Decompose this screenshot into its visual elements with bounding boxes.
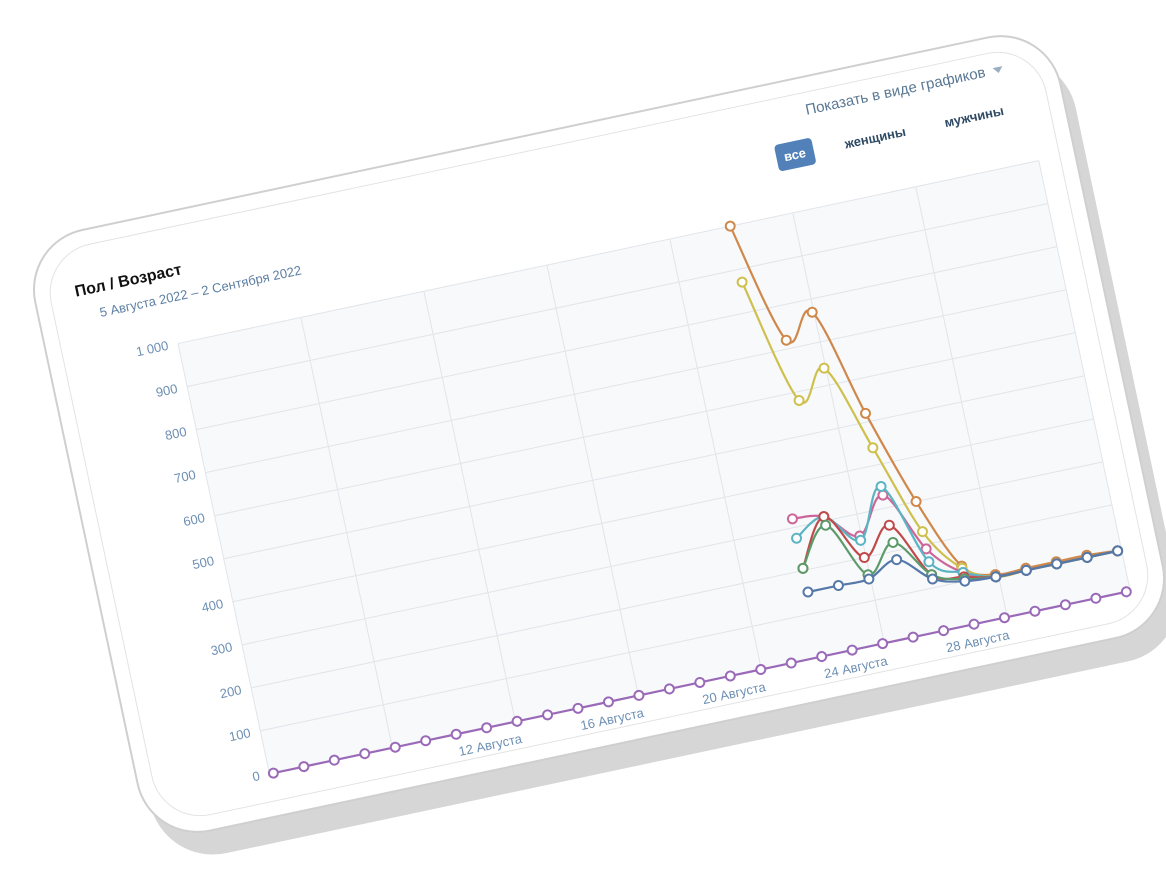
data-point bbox=[786, 513, 798, 525]
data-point bbox=[860, 407, 872, 419]
data-point bbox=[359, 748, 371, 760]
data-point bbox=[877, 638, 889, 650]
data-point bbox=[736, 276, 748, 288]
data-point bbox=[572, 702, 584, 714]
data-point bbox=[1120, 586, 1132, 598]
y-tick-label: 600 bbox=[182, 510, 206, 529]
data-point bbox=[907, 631, 919, 643]
data-point bbox=[998, 612, 1010, 624]
data-point bbox=[724, 670, 736, 682]
data-point bbox=[791, 532, 803, 544]
data-point bbox=[420, 735, 432, 747]
data-point bbox=[883, 519, 895, 531]
y-tick-label: 300 bbox=[209, 639, 233, 658]
x-tick-label: 12 Августа bbox=[457, 731, 524, 759]
data-point bbox=[818, 362, 830, 374]
data-point bbox=[755, 664, 767, 676]
data-point bbox=[663, 683, 675, 695]
data-point bbox=[1090, 592, 1102, 604]
data-point bbox=[858, 552, 870, 564]
line-chart: 0 100 200 300 400 500 600 700 800 900 1 000 12 Авг… bbox=[135, 160, 1132, 784]
data-point bbox=[875, 480, 887, 492]
data-point bbox=[542, 709, 554, 721]
data-point bbox=[923, 556, 935, 568]
data-point bbox=[927, 573, 939, 585]
y-tick-label: 200 bbox=[219, 682, 243, 701]
data-point bbox=[450, 728, 462, 740]
data-point bbox=[938, 625, 950, 637]
data-point bbox=[602, 696, 614, 708]
y-tick-label: 800 bbox=[164, 424, 188, 443]
data-point bbox=[694, 676, 706, 688]
y-tick-label: 0 bbox=[251, 768, 261, 784]
data-point bbox=[816, 651, 828, 663]
data-point bbox=[1051, 558, 1063, 570]
data-point bbox=[724, 220, 736, 232]
x-tick-label: 28 Августа bbox=[945, 627, 1012, 655]
x-tick-label: 20 Августа bbox=[701, 679, 768, 707]
data-point bbox=[1059, 599, 1071, 611]
data-point bbox=[511, 715, 523, 727]
data-point bbox=[891, 554, 903, 566]
data-point bbox=[855, 534, 867, 546]
data-point bbox=[389, 741, 401, 753]
y-tick-label: 400 bbox=[200, 596, 224, 615]
data-point bbox=[481, 722, 493, 734]
y-tick-label: 500 bbox=[191, 553, 215, 572]
data-point bbox=[863, 573, 875, 585]
data-point bbox=[785, 657, 797, 669]
data-point bbox=[1029, 605, 1041, 617]
data-point bbox=[832, 580, 844, 592]
x-tick-label: 16 Августа bbox=[579, 705, 646, 733]
data-point bbox=[917, 526, 929, 538]
data-point bbox=[806, 306, 818, 318]
data-point bbox=[887, 536, 899, 548]
data-point bbox=[846, 644, 858, 656]
data-point bbox=[298, 761, 310, 773]
data-point bbox=[1020, 564, 1032, 576]
data-point bbox=[633, 689, 645, 701]
y-tick-label: 900 bbox=[154, 381, 178, 400]
y-tick-label: 700 bbox=[173, 467, 197, 486]
data-point bbox=[802, 586, 814, 598]
data-point bbox=[328, 754, 340, 766]
data-point bbox=[959, 575, 971, 587]
x-tick-label: 24 Августа bbox=[823, 653, 890, 681]
y-tick-label: 100 bbox=[228, 725, 252, 744]
data-point bbox=[867, 442, 879, 454]
data-point bbox=[968, 618, 980, 630]
data-point bbox=[793, 394, 805, 406]
data-point bbox=[910, 496, 922, 508]
data-point bbox=[1081, 551, 1093, 563]
data-point bbox=[1112, 545, 1124, 557]
data-point bbox=[780, 334, 792, 346]
data-point bbox=[797, 562, 809, 574]
stats-card: Пол / Возраст 5 Августа 2022 – 2 Сентябр… bbox=[21, 23, 1166, 845]
y-tick-label: 1 000 bbox=[135, 338, 170, 359]
screenshot-stage: Пол / Возраст 5 Августа 2022 – 2 Сентябр… bbox=[0, 0, 1166, 876]
data-point bbox=[267, 767, 279, 779]
data-point bbox=[820, 519, 832, 531]
data-point bbox=[990, 571, 1002, 583]
